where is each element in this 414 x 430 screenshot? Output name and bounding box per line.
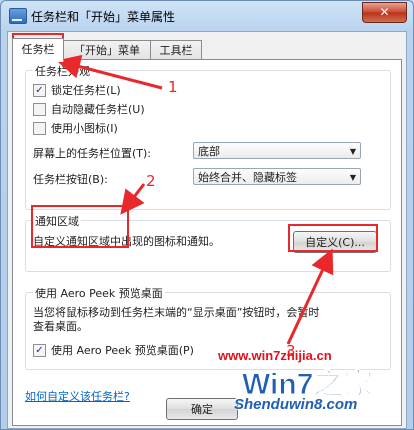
aero-peek-label: 使用 Aero Peek 预览桌面(P): [51, 344, 194, 357]
small-icons-label: 使用小图标(I): [51, 122, 118, 135]
ok-button[interactable]: 确定: [166, 398, 238, 420]
location-dropdown[interactable]: 底部 ▼: [193, 142, 361, 159]
title-bar[interactable]: 任务栏和「开始」菜单属性 ✕: [1, 1, 413, 31]
buttons-dropdown[interactable]: 始终合并、隐藏标签 ▼: [193, 168, 361, 185]
appearance-group-label: 任务栏外观: [33, 63, 92, 79]
aero-peek-option[interactable]: ✓ 使用 Aero Peek 预览桌面(P): [33, 342, 194, 358]
tab-start-menu[interactable]: 「开始」菜单: [63, 40, 151, 60]
small-icons-option[interactable]: 使用小图标(I): [33, 120, 118, 136]
autohide-label: 自动隐藏任务栏(U): [51, 103, 145, 116]
annotation-number-1: 1: [168, 78, 178, 96]
tab-taskbar[interactable]: 任务栏: [12, 38, 64, 62]
lock-taskbar-option[interactable]: ✓ 锁定任务栏(L): [33, 82, 121, 98]
aero-peek-checkbox[interactable]: ✓: [33, 343, 46, 357]
small-icons-checkbox[interactable]: [33, 121, 46, 135]
notification-highlight-box: [31, 205, 129, 248]
autohide-checkbox[interactable]: [33, 102, 46, 116]
window-title: 任务栏和「开始」菜单属性: [31, 10, 176, 24]
tab-toolbars[interactable]: 工具栏: [150, 40, 202, 60]
chevron-down-icon: ▼: [349, 173, 356, 182]
chevron-down-icon: ▼: [349, 147, 356, 156]
customize-highlight-box: [288, 224, 378, 252]
taskbar-app-icon: [9, 8, 27, 24]
aero-peek-group-label: 使用 Aero Peek 预览桌面: [33, 285, 165, 301]
watermark-site-2: Shenduwin8.com: [234, 396, 358, 413]
buttons-value: 始终合并、隐藏标签: [198, 171, 297, 184]
location-label: 屏幕上的任务栏位置(T):: [33, 147, 152, 160]
lock-taskbar-checkbox[interactable]: ✓: [33, 83, 46, 97]
autohide-option[interactable]: 自动隐藏任务栏(U): [33, 101, 145, 117]
close-button[interactable]: ✕: [362, 2, 407, 23]
buttons-label: 任务栏按钮(B):: [33, 173, 108, 186]
help-link[interactable]: 如何自定义该任务栏?: [25, 388, 130, 404]
watermark-site-1: www.win7zhijia.cn: [218, 348, 332, 363]
annotation-number-2: 2: [146, 172, 156, 190]
lock-taskbar-label: 锁定任务栏(L): [51, 84, 121, 97]
aero-peek-description-line2: 查看桌面。: [33, 320, 88, 333]
location-value: 底部: [198, 145, 220, 158]
